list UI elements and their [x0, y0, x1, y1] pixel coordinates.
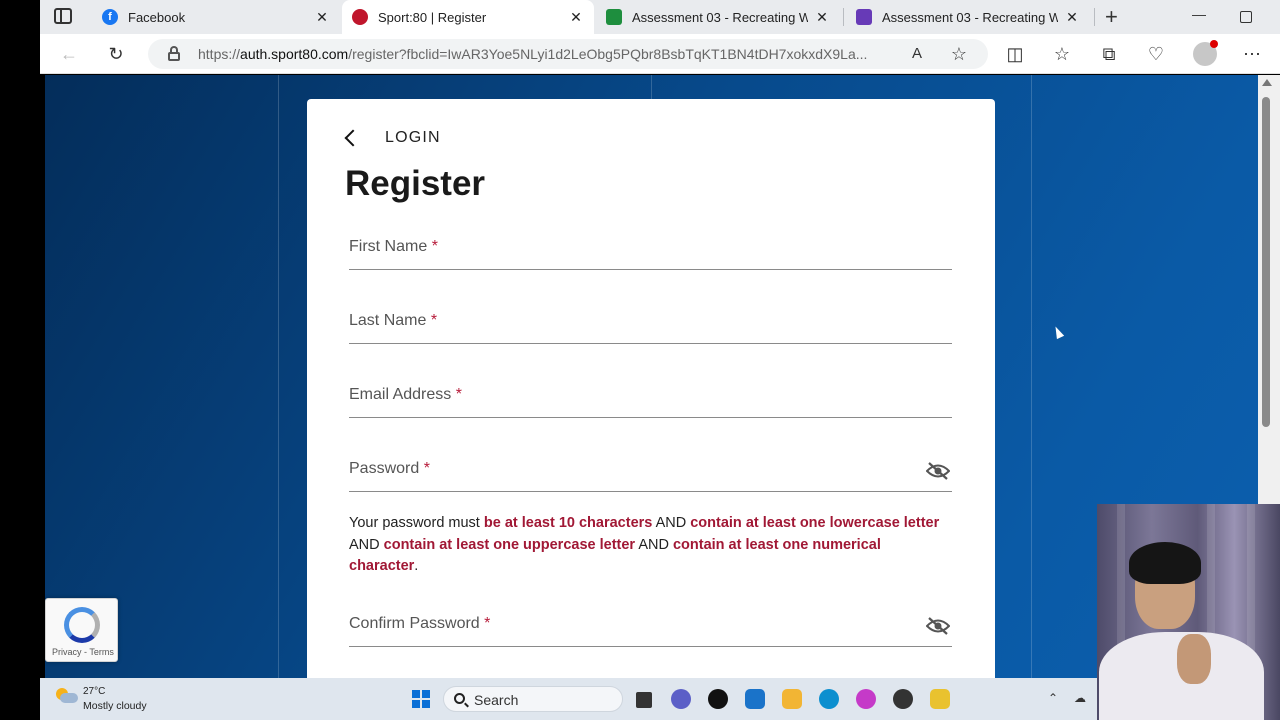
first-name-field[interactable]: First Name *	[349, 229, 952, 270]
tab-actions-icon[interactable]	[54, 8, 72, 24]
new-tab-icon[interactable]: +	[1105, 4, 1118, 30]
weather-cloud-icon[interactable]	[56, 688, 78, 704]
favorite-star-icon[interactable]: ☆	[948, 43, 970, 65]
task-view-icon[interactable]	[636, 692, 652, 708]
tab-assessment-classroom[interactable]: Assessment 03 - Recreating Web ✕	[596, 0, 840, 34]
url-text[interactable]: https://auth.sport80.com/register?fbclid…	[198, 46, 898, 62]
onedrive-cloud-icon[interactable]: ☁	[1074, 691, 1086, 705]
recaptcha-badge[interactable]: Privacy - Terms	[45, 598, 118, 662]
tab-assessment-forms[interactable]: Assessment 03 - Recreating Web ✕	[846, 0, 1090, 34]
back-to-login-link[interactable]: LOGIN	[343, 129, 441, 147]
wps-icon[interactable]	[856, 689, 876, 709]
recaptcha-icon	[64, 607, 100, 643]
tiktok-icon[interactable]	[708, 689, 728, 709]
browser-essentials-icon[interactable]: ♡	[1145, 43, 1167, 65]
tab-separator	[1094, 8, 1095, 26]
page-title: Register	[345, 164, 486, 203]
store-icon[interactable]	[745, 689, 765, 709]
file-explorer-icon[interactable]	[782, 689, 802, 709]
tab-sport80-register[interactable]: Sport:80 | Register ✕	[342, 0, 594, 34]
decorative-line	[1031, 75, 1032, 678]
email-field[interactable]: Email Address *	[349, 377, 952, 418]
webcam-overlay	[1097, 504, 1280, 720]
windows-start-icon[interactable]	[412, 690, 430, 708]
address-bar[interactable]: https://auth.sport80.com/register?fbclid…	[148, 39, 988, 69]
minimize-icon[interactable]: —	[1192, 6, 1206, 22]
read-aloud-icon[interactable]: A	[906, 43, 928, 65]
last-name-input[interactable]	[349, 303, 952, 343]
favorites-icon[interactable]: ☆	[1051, 43, 1073, 65]
taskbar-search[interactable]: Search	[443, 686, 623, 712]
chevron-up-icon[interactable]: ⌃	[1048, 691, 1058, 705]
collections-icon[interactable]: ⧉	[1098, 43, 1120, 65]
password-input[interactable]	[349, 451, 952, 491]
notification-dot	[1210, 40, 1218, 48]
app-icon[interactable]	[930, 689, 950, 709]
facebook-icon: f	[102, 9, 118, 25]
confirm-password-input[interactable]	[349, 606, 952, 646]
sport80-icon	[352, 9, 368, 25]
page-background: LOGIN Register First Name * Last Name * …	[45, 75, 1258, 678]
windows-taskbar: 27°C Mostly cloudy Search ⌃ ☁	[40, 678, 1280, 720]
scroll-thumb[interactable]	[1262, 97, 1270, 427]
back-arrow-icon[interactable]: ←	[58, 43, 80, 65]
more-menu-icon[interactable]: ⋯	[1241, 43, 1263, 65]
teams-icon[interactable]	[671, 689, 691, 709]
eye-off-icon[interactable]	[926, 462, 950, 480]
google-forms-icon	[856, 9, 872, 25]
confirm-password-field[interactable]: Confirm Password *	[349, 606, 952, 647]
chevron-left-icon	[344, 129, 362, 147]
eye-off-icon[interactable]	[926, 617, 950, 635]
tab-strip: f Facebook ✕ Sport:80 | Register ✕ Asses…	[40, 0, 1280, 34]
last-name-field[interactable]: Last Name *	[349, 303, 952, 344]
close-icon[interactable]: ✕	[1064, 9, 1080, 26]
password-field[interactable]: Password *	[349, 451, 952, 492]
split-screen-icon[interactable]: ◫	[1004, 43, 1026, 65]
close-icon[interactable]: ✕	[814, 9, 830, 26]
browser-toolbar: ← ↻ https://auth.sport80.com/register?fb…	[40, 34, 1280, 74]
email-input[interactable]	[349, 377, 952, 417]
close-icon[interactable]: ✕	[568, 9, 584, 26]
search-icon	[454, 693, 465, 704]
app-icon[interactable]	[893, 689, 913, 709]
tab-facebook[interactable]: f Facebook ✕	[92, 0, 340, 34]
password-requirements: Your password must be at least 10 charac…	[349, 515, 940, 574]
close-icon[interactable]: ✕	[314, 9, 330, 26]
edge-icon[interactable]	[819, 689, 839, 709]
decorative-line	[278, 75, 279, 678]
register-card: LOGIN Register First Name * Last Name * …	[307, 99, 995, 678]
lock-icon	[168, 46, 180, 62]
first-name-input[interactable]	[349, 229, 952, 269]
google-classroom-icon	[606, 9, 622, 25]
mouse-cursor	[1051, 324, 1065, 340]
scroll-up-arrow[interactable]	[1262, 79, 1272, 86]
tab-separator	[843, 8, 844, 26]
restore-icon[interactable]	[1240, 11, 1252, 23]
refresh-icon[interactable]: ↻	[105, 43, 127, 65]
